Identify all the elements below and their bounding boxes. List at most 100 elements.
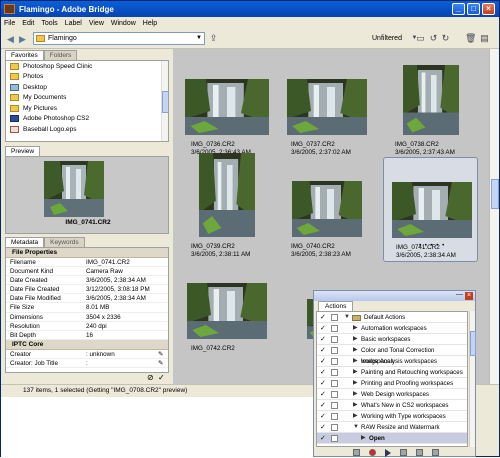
thumbnail-cell[interactable]: IMG_0742.CR2: [179, 259, 274, 364]
pencil-icon[interactable]: ✎: [158, 359, 168, 367]
dialog-toggle-box[interactable]: [331, 358, 338, 365]
thumbnail-cell[interactable]: IMG_0737.CR2 3/6/2005, 2:37:02 AM: [279, 55, 374, 160]
trash-icon[interactable]: 🗑: [465, 33, 476, 44]
record-icon[interactable]: [368, 449, 376, 456]
expand-down-icon[interactable]: ▼: [344, 312, 350, 323]
menu-file[interactable]: File: [4, 20, 15, 27]
thumbnail-cell[interactable]: IMG_0740.CR2 3/6/2005, 2:38:23 AM: [279, 157, 374, 262]
dialog-toggle-box[interactable]: [331, 325, 338, 332]
favorite-item[interactable]: Adobe Photoshop CS2: [6, 114, 168, 125]
tab-keywords[interactable]: Keywords: [44, 237, 85, 247]
new-set-icon[interactable]: [399, 449, 407, 456]
tab-preview[interactable]: Preview: [5, 146, 41, 156]
check-icon[interactable]: ✓: [320, 422, 326, 433]
dialog-toggle-box[interactable]: [331, 435, 338, 442]
metadata-row[interactable]: Creator: unknown ✎: [6, 350, 168, 359]
view-mode-icon[interactable]: ▤: [479, 33, 490, 44]
actions-scrollbar[interactable]: [469, 311, 476, 447]
dialog-toggle-box[interactable]: [331, 402, 338, 409]
action-row[interactable]: ✓ ▶ Basic workspaces: [317, 334, 467, 345]
favorite-item[interactable]: Photoshop Speed Clinic: [6, 61, 168, 72]
expand-right-icon[interactable]: ▶: [353, 400, 358, 411]
action-row[interactable]: ✓ ▶ Web Design workspaces: [317, 389, 467, 400]
favorites-scrollbar[interactable]: [161, 61, 168, 141]
action-set-row[interactable]: ✓ ▼ Default Actions: [317, 312, 467, 323]
metadata-section-header[interactable]: IPTC Core: [6, 340, 168, 350]
expand-right-icon[interactable]: ▶: [353, 378, 358, 389]
dialog-toggle-box[interactable]: [331, 336, 338, 343]
pencil-icon[interactable]: ✎: [158, 350, 168, 358]
path-dropdown[interactable]: Flamingo ▼: [33, 32, 205, 45]
menu-edit[interactable]: Edit: [22, 20, 34, 27]
go-up-folder-icon[interactable]: ⇪: [208, 33, 219, 44]
content-scrollbar[interactable]: [489, 49, 499, 384]
dialog-toggle-box[interactable]: [331, 391, 338, 398]
action-row[interactable]: ✓ ▼ RAW Resize and Watermark: [317, 422, 467, 433]
thumbnail-cell[interactable]: IMG_0736.CR2 3/6/2005, 2:36:43 AM: [179, 55, 274, 160]
close-button[interactable]: ×: [482, 3, 495, 15]
menu-tools[interactable]: Tools: [41, 20, 57, 27]
apply-check-icon[interactable]: ✓: [158, 373, 165, 382]
action-row[interactable]: ✓ ▶ What's New in CS2 workspaces: [317, 400, 467, 411]
check-icon[interactable]: ✓: [320, 389, 326, 400]
expand-right-icon[interactable]: ▶: [353, 334, 358, 345]
dialog-toggle-box[interactable]: [331, 380, 338, 387]
play-icon[interactable]: [384, 448, 391, 457]
metadata-row[interactable]: Creator: Job Title: ✎: [6, 359, 168, 369]
check-icon[interactable]: ✓: [320, 334, 326, 345]
rotate-left-icon[interactable]: ↺: [428, 33, 439, 44]
check-icon[interactable]: ✓: [320, 411, 326, 422]
check-icon[interactable]: ✓: [320, 378, 326, 389]
delete-icon[interactable]: [431, 449, 439, 456]
menu-label[interactable]: Label: [65, 20, 82, 27]
expand-right-icon[interactable]: ▶: [353, 356, 358, 367]
check-icon[interactable]: ✓: [320, 312, 326, 323]
favorite-item[interactable]: Photos: [6, 72, 168, 83]
menu-view[interactable]: View: [89, 20, 104, 27]
dialog-toggle-box[interactable]: [331, 314, 338, 321]
minimize-button[interactable]: _: [452, 3, 465, 15]
scroll-thumb[interactable]: [162, 91, 168, 113]
expand-right-icon[interactable]: ▶: [353, 389, 358, 400]
back-arrow-icon[interactable]: ◀: [7, 34, 17, 44]
dialog-toggle-box[interactable]: [331, 413, 338, 420]
tab-favorites[interactable]: Favorites: [5, 50, 44, 60]
metadata-section-header[interactable]: File Properties: [6, 248, 168, 258]
action-row[interactable]: ✓ ▶ Automation workspaces: [317, 323, 467, 334]
check-icon[interactable]: ✓: [320, 433, 326, 444]
tab-folders[interactable]: Folders: [43, 50, 78, 60]
scroll-thumb[interactable]: [491, 179, 499, 209]
dialog-toggle-box[interactable]: [331, 347, 338, 354]
palette-close-icon[interactable]: ×: [465, 292, 473, 300]
favorite-item[interactable]: My Documents: [6, 93, 168, 104]
check-icon[interactable]: ✓: [320, 367, 326, 378]
menu-help[interactable]: Help: [143, 20, 157, 27]
thumbnail-cell[interactable]: • • • • • IMG_0741.CR2 3/6/2005, 2:38:34 A…: [383, 157, 478, 262]
action-row[interactable]: ✓ ▶ Color and Tonal Correction workspaces: [317, 345, 467, 365]
menu-window[interactable]: Window: [111, 20, 136, 27]
dialog-toggle-box[interactable]: [331, 369, 338, 376]
action-step-row[interactable]: ✓ ▶ Open: [317, 433, 467, 444]
check-icon[interactable]: ✓: [320, 323, 326, 334]
expand-down-icon[interactable]: ▼: [353, 422, 359, 433]
action-row[interactable]: ✓ ▶ Working with Type workspaces: [317, 411, 467, 422]
action-row[interactable]: ✓ ▶ Printing and Proofing workspaces: [317, 378, 467, 389]
new-action-icon[interactable]: [415, 449, 423, 456]
expand-right-icon[interactable]: ▶: [353, 345, 358, 356]
dialog-toggle-box[interactable]: [331, 424, 338, 431]
stop-icon[interactable]: [352, 449, 360, 456]
tab-actions[interactable]: Actions: [318, 301, 354, 311]
palette-menu-icon[interactable]: —: [456, 291, 463, 298]
scroll-thumb[interactable]: [470, 331, 476, 356]
favorite-item[interactable]: Desktop: [6, 82, 168, 93]
thumbnail-cell[interactable]: IMG_0738.CR2 3/6/2005, 2:37:43 AM: [383, 55, 478, 160]
expand-right-icon[interactable]: ▶: [353, 367, 358, 378]
tab-metadata[interactable]: Metadata: [5, 237, 45, 247]
check-icon[interactable]: ✓: [320, 356, 326, 367]
check-icon[interactable]: ✓: [320, 345, 326, 356]
expand-right-icon[interactable]: ▶: [361, 433, 366, 444]
favorite-item[interactable]: Baseball Logo.eps: [6, 124, 168, 135]
expand-right-icon[interactable]: ▶: [353, 411, 358, 422]
action-row[interactable]: ✓ ▶ Painting and Retouching workspaces: [317, 367, 467, 378]
rotate-right-icon[interactable]: ↻: [440, 33, 451, 44]
